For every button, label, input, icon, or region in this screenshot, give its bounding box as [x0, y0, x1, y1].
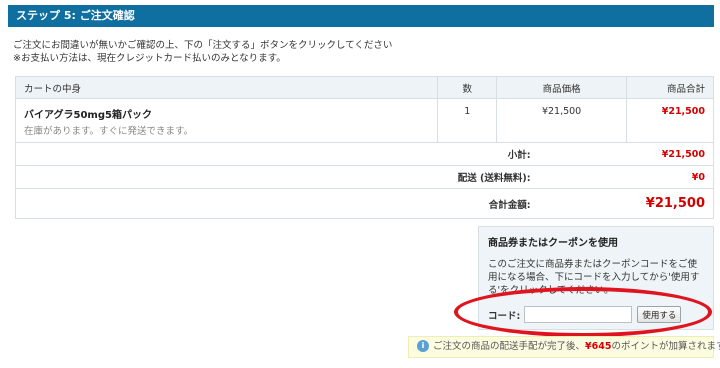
instruction-line-2: ※お支払い方法は、現在クレジットカード払いのみとなります。 — [13, 53, 286, 64]
grand-total-label: 合計金額: — [15, 188, 627, 219]
column-header-item: カートの中身 — [14, 76, 439, 99]
subtotal-value: ¥21,500 — [626, 142, 714, 166]
coupon-title: 商品券またはクーポンを使用 — [488, 238, 618, 249]
coupon-code-input[interactable] — [524, 306, 633, 323]
cart-table: カートの中身 数 商品価格 商品合計 バイアグラ50mg5箱パック 在庫がありま… — [14, 76, 714, 219]
stock-status: 在庫があります。すぐに発送できます。 — [24, 126, 194, 137]
subtotal-label: 小計: — [15, 142, 627, 166]
product-total: ¥21,500 — [626, 98, 714, 143]
coupon-description: このご注文に商品券またはクーポンコードをご使用になる場合、下にコードを入力してか… — [488, 259, 700, 296]
table-row: バイアグラ50mg5箱パック 在庫があります。すぐに発送できます。 1 ¥21,… — [14, 98, 714, 143]
grand-total-value: ¥21,500 — [626, 188, 714, 219]
order-instructions: ご注文にお間違いが無いかご確認の上、下の「注文する」ボタンをクリックしてください… — [13, 39, 392, 65]
shipping-value: ¥0 — [626, 165, 714, 189]
step-header: ステップ 5: ご注文確認 — [8, 5, 714, 27]
info-icon: i — [417, 339, 429, 352]
coupon-form: コード: 使用する — [488, 306, 682, 323]
column-header-price: 商品価格 — [496, 76, 627, 99]
shipping-label: 配送 (送料無料): — [15, 165, 627, 189]
apply-coupon-button[interactable]: 使用する — [637, 306, 682, 323]
cart-header-row: カートの中身 数 商品価格 商品合計 — [14, 76, 714, 99]
product-cell: バイアグラ50mg5箱パック 在庫があります。すぐに発送できます。 — [14, 98, 439, 143]
product-qty: 1 — [437, 98, 498, 143]
shipping-row: 配送 (送料無料): ¥0 — [15, 165, 714, 189]
coupon-code-label: コード: — [488, 310, 521, 322]
points-notice-prefix: ご注文の商品の配送手配が完了後、 — [433, 341, 586, 352]
column-header-total: 商品合計 — [626, 76, 714, 99]
column-header-qty: 数 — [437, 76, 498, 99]
points-notice: i ご注文の商品の配送手配が完了後、¥645のポイントが加算されます。 — [408, 336, 720, 358]
subtotal-row: 小計: ¥21,500 — [15, 142, 714, 166]
product-name: バイアグラ50mg5箱パック — [24, 110, 152, 121]
points-notice-suffix: のポイントが加算されます。 — [611, 341, 720, 352]
grand-total-row: 合計金額: ¥21,500 — [15, 188, 714, 219]
points-amount: ¥645 — [585, 341, 612, 352]
product-price: ¥21,500 — [496, 98, 627, 143]
instruction-line-1: ご注文にお間違いが無いかご確認の上、下の「注文する」ボタンをクリックしてください — [13, 40, 393, 51]
coupon-panel: 商品券またはクーポンを使用 このご注文に商品券またはクーポンコードをご使用になる… — [478, 226, 714, 330]
